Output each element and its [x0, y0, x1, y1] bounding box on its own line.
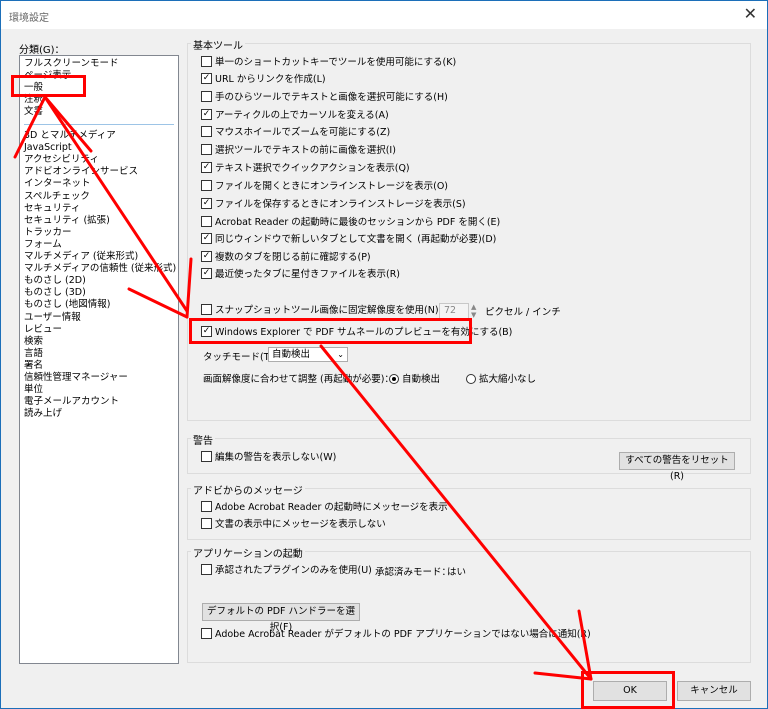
option-checkbox[interactable]: ✓	[201, 162, 212, 173]
option-checkbox[interactable]: ✓	[201, 73, 212, 84]
basic-tool-option[interactable]: 手のひらツールでテキストと画像を選択可能にする(H)	[201, 91, 448, 105]
arrow-line-to-ok	[319, 344, 593, 681]
basic-tool-option[interactable]: ✓ 最近使ったタブに星付きファイルを表示(R)	[201, 268, 400, 282]
option-checkbox[interactable]	[201, 144, 212, 155]
option-checkbox[interactable]: ✓	[201, 251, 212, 262]
basic-tool-option[interactable]: Acrobat Reader の起動時に最後のセッションから PDF を開く(E…	[201, 216, 500, 230]
option-checkbox[interactable]	[201, 56, 212, 67]
arrow-line-to-general	[43, 95, 189, 313]
basic-tool-option[interactable]: ✓ 同じウィンドウで新しいタブとして文書を開く (再起動が必要)(D)	[201, 233, 496, 247]
basic-tool-option[interactable]: マウスホイールでズームを可能にする(Z)	[201, 126, 390, 140]
option-checkbox[interactable]: ✓	[201, 109, 212, 120]
arrow-line	[533, 671, 593, 681]
basic-tool-option[interactable]: ✓ ファイルを保存するときにオンラインストレージを表示(S)	[201, 198, 466, 212]
option-checkbox[interactable]: ✓	[201, 268, 212, 279]
option-checkbox[interactable]	[201, 180, 212, 191]
option-checkbox[interactable]	[201, 126, 212, 137]
arrow-line	[127, 287, 189, 319]
arrow-line	[185, 257, 193, 319]
arrow-line	[43, 95, 93, 153]
basic-tool-option[interactable]: 単一のショートカットキーでツールを使用可能にする(K)	[201, 56, 456, 70]
option-checkbox[interactable]: ✓	[201, 233, 212, 244]
basic-tool-option[interactable]: ✓ URL からリンクを作成(L)	[201, 73, 326, 87]
basic-tool-option[interactable]: ファイルを開くときにオンラインストレージを表示(O)	[201, 180, 448, 194]
basic-tool-option[interactable]: ✓ テキスト選択でクイックアクションを表示(Q)	[201, 162, 410, 176]
annotation-arrows	[13, 95, 593, 681]
option-checkbox[interactable]	[201, 91, 212, 102]
option-checkbox[interactable]: ✓	[201, 198, 212, 209]
basic-tool-option[interactable]: ✓ アーティクルの上でカーソルを変える(A)	[201, 109, 389, 123]
basic-tool-option[interactable]: ✓ 複数のタブを閉じる前に確認する(P)	[201, 251, 371, 265]
arrow-line	[13, 95, 47, 159]
option-checkbox[interactable]	[201, 216, 212, 227]
preferences-dialog: 環境設定 ✕ 分類(G)： フルスクリーンモード ページ表示 一般 注釈 文書 …	[0, 0, 768, 709]
basic-tool-option[interactable]: 選択ツールでテキストの前に画像を選択(I)	[201, 144, 396, 158]
